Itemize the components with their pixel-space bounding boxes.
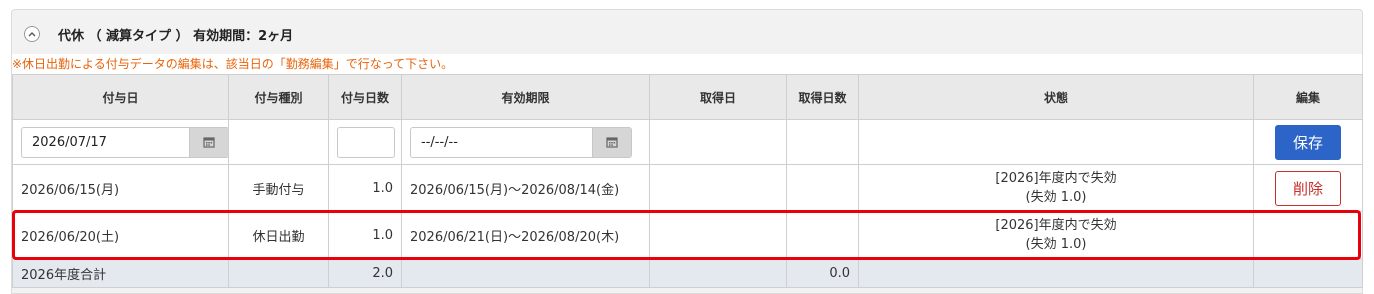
expiry-period: 2026/06/15(月)～2026/08/14(金) (401, 164, 650, 212)
new-grant-row: 2026/07/17 --/--/-- 保存 (12, 119, 1363, 165)
col-header-status: 状態 (858, 74, 1254, 120)
calendar-icon[interactable] (189, 127, 228, 157)
grant-date-picker[interactable]: 2026/07/17 (21, 126, 228, 158)
col-header-expiry: 有効期限 (401, 74, 650, 120)
taken-date (649, 164, 787, 212)
total-row: 2026年度合計 2.0 0.0 (12, 258, 1363, 288)
grant-date-cell: 2026/07/17 (12, 119, 229, 165)
taken-days (786, 211, 859, 259)
edit-notice: ※休日出勤による付与データの編集は、該当日の「勤務編集」で行なって下さい。 (12, 54, 1362, 74)
chevron-up-icon[interactable] (24, 26, 40, 42)
taken-date-cell (649, 119, 787, 165)
status-detail: (失効 1.0) (1025, 190, 1087, 205)
col-header-edit: 編集 (1253, 74, 1363, 120)
calendar-icon[interactable] (592, 127, 631, 157)
delete-button[interactable]: 削除 (1275, 170, 1341, 206)
section-title: 代休 （ 減算タイプ ） 有効期間：2ヶ月 (58, 28, 294, 44)
grant-type: 休日出勤 (228, 211, 329, 259)
save-button[interactable]: 保存 (1275, 124, 1341, 160)
expiry-period: 2026/06/21(日)～2026/08/20(木) (401, 211, 650, 259)
col-header-grant-days: 付与日数 (328, 74, 402, 120)
col-header-grant-date: 付与日 (12, 74, 229, 120)
col-header-taken-date: 取得日 (649, 74, 787, 120)
total-taken-days: 0.0 (786, 258, 859, 288)
table-header-row: 付与日 付与種別 付与日数 有効期限 取得日 取得日数 状態 編集 (12, 74, 1363, 120)
grant-days: 1.0 (328, 211, 402, 259)
grant-days-input[interactable] (337, 126, 395, 158)
grant-type-cell (228, 119, 329, 165)
grant-days-cell (328, 119, 402, 165)
expiry-date-picker[interactable]: --/--/-- (410, 126, 632, 158)
col-header-taken-days: 取得日数 (786, 74, 859, 120)
taken-days-cell (786, 119, 859, 165)
col-header-grant-type: 付与種別 (228, 74, 329, 120)
status-line: [2026]年度内で失効 (995, 218, 1117, 233)
status-detail: (失効 1.0) (1025, 237, 1087, 252)
taken-days (786, 164, 859, 212)
status-cell (858, 119, 1254, 165)
taken-date (649, 211, 787, 259)
table-row: 2026/06/15(月) 手動付与 1.0 2026/06/15(月)～202… (12, 164, 1363, 212)
total-grant-days: 2.0 (328, 258, 402, 288)
grant-date: 2026/06/20(土) (12, 211, 229, 259)
edit-cell: 削除 (1253, 164, 1363, 212)
status-line: [2026]年度内で失効 (995, 171, 1117, 186)
status: [2026]年度内で失効 (失効 1.0) (858, 211, 1254, 259)
grant-date-input[interactable]: 2026/07/17 (22, 128, 189, 157)
expiry-cell: --/--/-- (401, 119, 650, 165)
edit-cell: 保存 (1253, 119, 1363, 165)
edit-cell (1253, 211, 1363, 259)
grant-table: 付与日 付与種別 付与日数 有効期限 取得日 取得日数 状態 編集 2026/0… (12, 74, 1363, 288)
substitute-holiday-panel: 代休 （ 減算タイプ ） 有効期間：2ヶ月 ※休日出勤による付与データの編集は、… (11, 9, 1363, 294)
grant-date: 2026/06/15(月) (12, 164, 229, 212)
expiry-date-input[interactable]: --/--/-- (411, 128, 592, 157)
table-row: 2026/06/20(土) 休日出勤 1.0 2026/06/21(日)～202… (12, 211, 1363, 259)
section-header: 代休 （ 減算タイプ ） 有効期間：2ヶ月 (24, 23, 293, 45)
total-label: 2026年度合計 (12, 258, 229, 288)
status: [2026]年度内で失効 (失効 1.0) (858, 164, 1254, 212)
grant-days: 1.0 (328, 164, 402, 212)
grant-type: 手動付与 (228, 164, 329, 212)
